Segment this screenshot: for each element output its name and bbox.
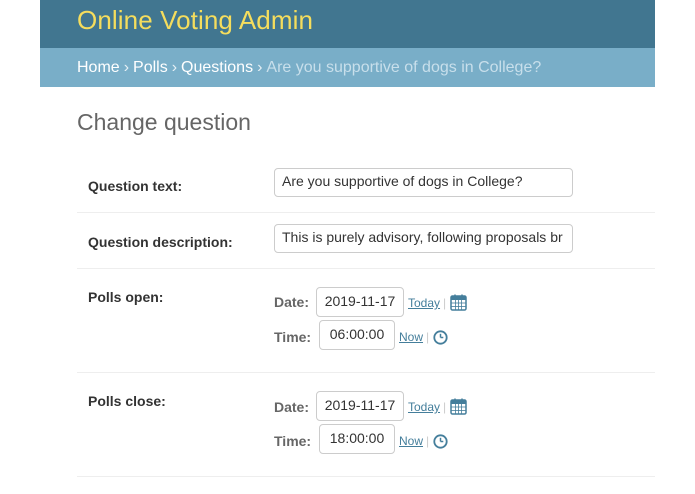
polls-open-time-label: Time: xyxy=(274,329,312,345)
polls-open-label: Polls open: xyxy=(88,289,164,305)
polls-open-time-input[interactable]: 06:00:00 xyxy=(319,320,395,350)
calendar-icon[interactable] xyxy=(450,294,467,311)
polls-open-date-input[interactable]: 2019-11-17 xyxy=(316,287,404,317)
breadcrumb-separator: › xyxy=(123,59,130,76)
site-brand[interactable]: Online Voting Admin xyxy=(77,5,313,36)
question-description-row: Question description: This is purely adv… xyxy=(77,213,655,269)
shortcut-separator: | xyxy=(426,330,430,344)
breadcrumb-separator: › xyxy=(257,59,263,76)
polls-close-date-input[interactable]: 2019-11-17 xyxy=(316,391,404,421)
breadcrumb: Home › Polls › Questions › Are you supportive … xyxy=(40,48,655,87)
breadcrumb-questions[interactable]: Questions xyxy=(181,59,253,76)
breadcrumb-current: Are you supportive of dogs in College? xyxy=(266,59,542,76)
clock-icon[interactable] xyxy=(433,434,448,449)
polls-open-today-link[interactable]: Today xyxy=(408,296,440,310)
question-text-input[interactable]: Are you supportive of dogs in College? xyxy=(274,168,573,197)
polls-open-date-label: Date: xyxy=(274,294,310,310)
page-title: Change question xyxy=(77,109,251,135)
polls-close-time-label: Time: xyxy=(274,433,312,449)
question-text-label: Question text: xyxy=(88,178,183,194)
polls-open-now-link[interactable]: Now xyxy=(399,330,423,344)
breadcrumb-polls[interactable]: Polls xyxy=(133,59,168,76)
polls-close-today-link[interactable]: Today xyxy=(408,400,440,414)
shortcut-separator: | xyxy=(443,296,447,310)
header-bar: Online Voting Admin xyxy=(40,0,655,48)
calendar-icon[interactable] xyxy=(450,398,467,415)
question-description-label: Question description: xyxy=(88,234,233,250)
polls-close-row: Polls close: Date: 2019-11-17 Today | Ti… xyxy=(77,373,655,477)
admin-page: Online Voting Admin Home › Polls › Questions… xyxy=(0,0,695,494)
polls-close-label: Polls close: xyxy=(88,393,166,409)
question-text-row: Question text: Are you supportive of dog… xyxy=(77,158,655,213)
polls-close-date-label: Date: xyxy=(274,399,310,415)
question-description-input[interactable]: This is purely advisory, following propo… xyxy=(274,224,573,253)
polls-close-now-link[interactable]: Now xyxy=(399,434,423,448)
polls-open-row: Polls open: Date: 2019-11-17 Today | Tim… xyxy=(77,269,655,373)
breadcrumb-separator: › xyxy=(171,59,178,76)
shortcut-separator: | xyxy=(443,400,447,414)
shortcut-separator: | xyxy=(426,434,430,448)
breadcrumb-home[interactable]: Home xyxy=(77,59,120,76)
polls-close-time-input[interactable]: 18:00:00 xyxy=(319,424,395,454)
clock-icon[interactable] xyxy=(433,330,448,345)
